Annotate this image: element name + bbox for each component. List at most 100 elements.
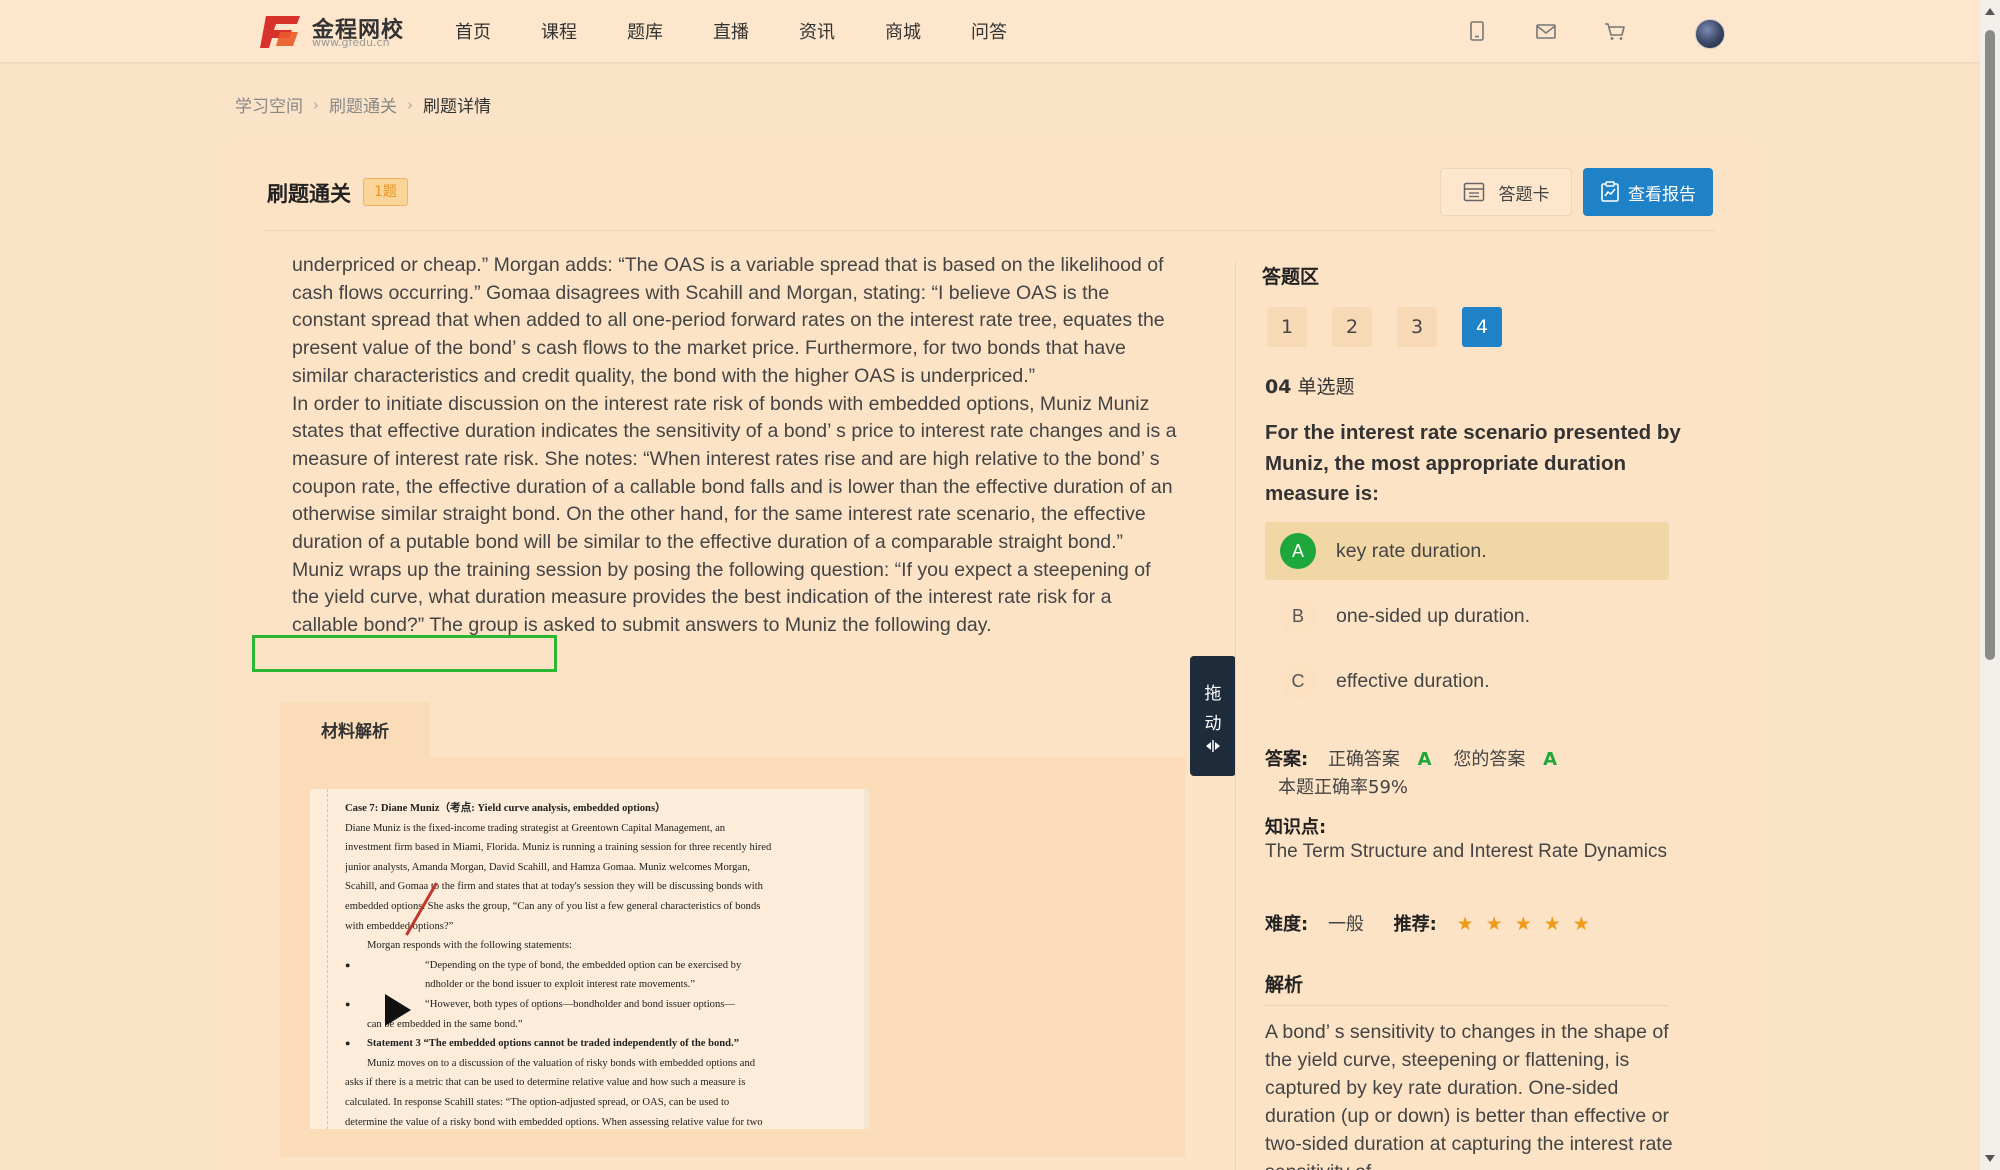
recommend-label: 推荐: (1393, 914, 1437, 935)
difficulty-label: 难度: (1265, 914, 1309, 935)
document-text: Case 7: Diane Muniz（考点: Yield curve anal… (345, 799, 850, 1129)
document-line: investment firm based in Miami, Florida.… (345, 842, 772, 854)
page-scrollbar[interactable] (1980, 0, 2000, 1170)
column-divider (1235, 262, 1236, 1170)
view-report-label: 查看报告 (1628, 184, 1696, 205)
nav-item-mall[interactable]: 商城 (885, 18, 921, 44)
nav-item-home[interactable]: 首页 (455, 18, 491, 44)
nav-item-courses[interactable]: 课程 (541, 18, 577, 44)
question-number-list: 1 2 3 4 (1267, 307, 1527, 347)
chevron-right-icon: › (313, 95, 319, 114)
material-analysis-panel: Case 7: Diane Muniz（考点: Yield curve anal… (280, 757, 1185, 1157)
site-logo[interactable]: 金程网校 www.gfedu.cn (260, 10, 410, 52)
breadcrumb-practice[interactable]: 刷题通关 (329, 92, 397, 117)
question-number-button[interactable]: 2 (1332, 307, 1372, 347)
analysis-title: 解析 (1265, 974, 1304, 996)
chevron-right-icon: › (407, 95, 413, 114)
answer-row: 答案: 正确答案 A 您的答案 A (1265, 745, 1557, 771)
resize-horizontal-icon (1206, 740, 1220, 752)
passage-paragraph: In order to initiate discussion on the i… (292, 392, 1177, 554)
passage-paragraph: underpriced or cheap.” Morgan adds: “The… (292, 254, 1165, 387)
star-icon: ★ (1485, 913, 1503, 935)
document-margin (310, 789, 328, 1129)
question-type-label: 单选题 (1297, 376, 1355, 398)
cart-icon[interactable] (1604, 20, 1626, 42)
your-answer-label: 您的答案 (1453, 749, 1526, 770)
breadcrumb: 学习空间 › 刷题通关 › 刷题详情 (235, 92, 491, 118)
answer-card-icon (1463, 182, 1484, 202)
accuracy-rate: 本题正确率59% (1278, 777, 1409, 798)
document-line: determine the value of a risky bond with… (345, 1116, 763, 1128)
difficulty-value: 一般 (1327, 914, 1364, 935)
analysis-text: A bond’ s sensitivity to changes in the … (1265, 1021, 1673, 1170)
scroll-thumb[interactable] (1985, 30, 1995, 660)
document-line: Diane Muniz is the fixed-income trading … (345, 822, 726, 834)
question-number-button-active[interactable]: 4 (1462, 307, 1502, 347)
case-passage: underpriced or cheap.” Morgan adds: “The… (292, 252, 1182, 640)
mobile-phone-icon[interactable] (1466, 20, 1488, 42)
view-report-button[interactable]: 查看报告 (1583, 168, 1713, 216)
option-letter: C (1280, 663, 1316, 699)
logo-url: www.gfedu.cn (312, 36, 390, 49)
document-line: Morgan responds with the following state… (367, 940, 572, 952)
main-nav: 首页 课程 题库 直播 资讯 商城 问答 (455, 0, 1057, 62)
recommend-stars: ★ ★ ★ ★ ★ (1457, 913, 1602, 935)
knowledge-point: The Term Structure and Interest Rate Dyn… (1265, 841, 1667, 862)
document-line: asks if there is a metric that can be us… (345, 1077, 746, 1089)
difficulty-row: 难度: 一般 推荐: ★ ★ ★ ★ ★ (1265, 910, 1602, 936)
scroll-up-arrow-icon[interactable] (1985, 8, 1995, 15)
answer-label: 答案: (1265, 749, 1309, 770)
knowledge-label: 知识点: (1265, 813, 1326, 839)
logo-icon (260, 16, 300, 48)
drag-label: 动 (1204, 714, 1222, 734)
option-text: one-sided up duration. (1336, 604, 1531, 627)
document-line: with embedded options?” (345, 920, 454, 932)
material-document-image: Case 7: Diane Muniz（考点: Yield curve anal… (310, 789, 870, 1129)
answer-card-button[interactable]: 答题卡 (1440, 168, 1572, 216)
your-answer-value: A (1543, 749, 1558, 770)
drag-handle[interactable]: 拖 动 (1190, 656, 1236, 776)
question-number-button[interactable]: 1 (1267, 307, 1307, 347)
option-letter: B (1280, 598, 1316, 634)
nav-item-live[interactable]: 直播 (713, 18, 749, 44)
report-icon (1601, 181, 1619, 202)
correct-answer-label: 正确答案 (1327, 749, 1400, 770)
page-title: 刷题通关 (267, 182, 351, 206)
correct-answer-value: A (1417, 749, 1432, 770)
star-icon: ★ (1456, 913, 1474, 935)
document-line: Muniz moves on to a discussion of the va… (367, 1057, 756, 1069)
option-c[interactable]: C effective duration. (1265, 652, 1669, 710)
nav-item-news[interactable]: 资讯 (799, 18, 835, 44)
play-icon[interactable] (385, 994, 411, 1026)
scroll-down-arrow-icon[interactable] (1985, 1155, 1995, 1162)
document-line: “However, both types of options—bondhold… (345, 995, 850, 1015)
user-avatar[interactable] (1695, 19, 1725, 49)
question-type: 04 单选题 (1265, 372, 1355, 399)
option-b[interactable]: B one-sided up duration. (1265, 587, 1669, 645)
option-letter: A (1280, 533, 1316, 569)
question-index: 04 (1265, 376, 1292, 398)
text-highlight-box (252, 635, 557, 672)
question-count-badge: 1题 (363, 178, 408, 206)
document-line: Statement 3 “The embedded options cannot… (345, 1034, 850, 1054)
answer-card-label: 答题卡 (1498, 184, 1550, 205)
document-line: “Depending on the type of bond, the embe… (345, 956, 850, 976)
material-analysis-tab[interactable]: 材料解析 (280, 702, 430, 757)
nav-item-question-bank[interactable]: 题库 (627, 18, 663, 44)
option-a[interactable]: A key rate duration. (1265, 522, 1669, 580)
document-line: ndholder or the bond issuer to exploit i… (425, 979, 696, 991)
option-text: effective duration. (1336, 669, 1490, 692)
question-text: For the interest rate scenario presented… (1265, 421, 1681, 505)
mail-icon[interactable] (1535, 20, 1557, 42)
question-number-button[interactable]: 3 (1397, 307, 1437, 347)
top-header: 金程网校 www.gfedu.cn 首页 课程 题库 直播 资讯 商城 问答 (0, 0, 1980, 62)
breadcrumb-study-space[interactable]: 学习空间 (235, 92, 303, 117)
option-text: key rate duration. (1336, 539, 1487, 562)
document-line: Case 7: Diane Muniz（考点: Yield curve anal… (345, 803, 666, 814)
nav-item-qa[interactable]: 问答 (971, 18, 1007, 44)
drag-label: 拖 (1204, 684, 1222, 704)
breadcrumb-current: 刷题详情 (423, 97, 491, 117)
card-divider (265, 230, 1715, 231)
passage-paragraph: Muniz wraps up the training session by p… (292, 558, 1151, 637)
document-line: junior analysts, Amanda Morgan, David Sc… (345, 861, 751, 873)
